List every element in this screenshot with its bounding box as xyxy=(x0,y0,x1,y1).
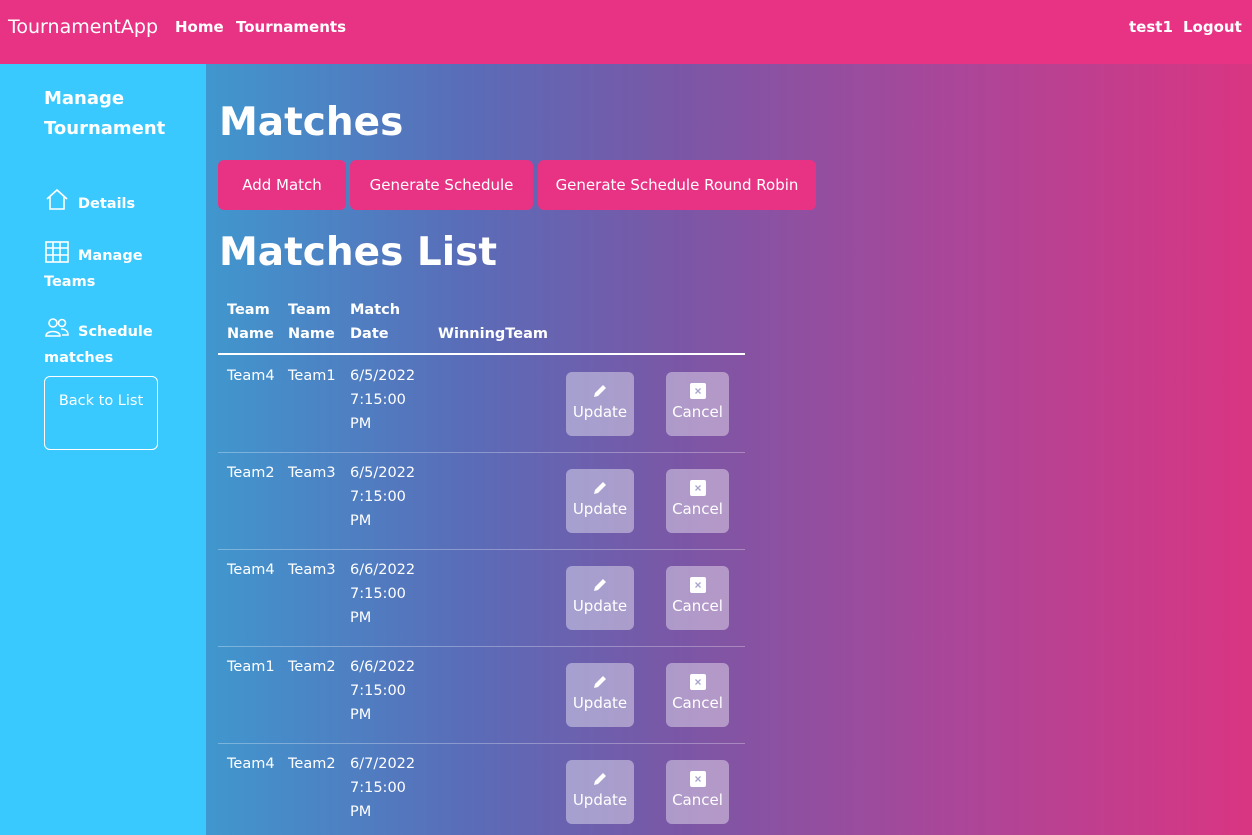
match-time-cell: 7:15:00 xyxy=(350,683,406,699)
close-icon xyxy=(689,771,706,787)
pencil-icon xyxy=(594,385,606,397)
close-icon xyxy=(689,674,706,690)
sidebar-title: Manage Tournament xyxy=(44,88,166,139)
page-title: Matches xyxy=(219,100,404,145)
sidebar-item-details[interactable]: Details xyxy=(44,188,194,217)
pencil-icon xyxy=(594,773,606,785)
update-button[interactable]: Update xyxy=(566,760,634,824)
cancel-label: Cancel xyxy=(672,694,723,712)
team2-cell: Team2 xyxy=(288,756,336,772)
cancel-button[interactable]: Cancel xyxy=(666,566,729,630)
match-ampm-cell: PM xyxy=(350,804,372,820)
match-date-cell: 6/6/2022 xyxy=(350,562,416,578)
update-label: Update xyxy=(572,694,628,712)
update-button[interactable]: Update xyxy=(566,469,634,533)
team2-cell: Team1 xyxy=(288,368,336,384)
match-time-cell: 7:15:00 xyxy=(350,489,406,505)
logout-link[interactable]: Logout xyxy=(1183,18,1242,36)
cancel-button[interactable]: Cancel xyxy=(666,760,729,824)
team1-cell: Team4 xyxy=(227,368,275,384)
close-icon xyxy=(689,577,706,593)
cancel-label: Cancel xyxy=(672,403,723,421)
cancel-label: Cancel xyxy=(672,500,723,518)
close-icon xyxy=(689,480,706,496)
match-ampm-cell: PM xyxy=(350,610,372,626)
team1-cell: Team2 xyxy=(227,465,275,481)
row-divider xyxy=(218,452,745,453)
match-date-cell: 6/5/2022 xyxy=(350,368,416,384)
table-header-divider xyxy=(218,353,745,355)
main-content: Matches Add Match Generate Schedule Gene… xyxy=(206,64,1252,835)
pencil-icon xyxy=(594,676,606,688)
match-date-cell: 6/5/2022 xyxy=(350,465,416,481)
table-icon xyxy=(45,241,69,263)
cancel-label: Cancel xyxy=(672,791,723,809)
generate-schedule-button[interactable]: Generate Schedule xyxy=(350,160,533,210)
sidebar: Manage Tournament Details Manage Teams S… xyxy=(0,64,206,835)
sidebar-item-label: Details xyxy=(78,196,136,212)
team2-cell: Team3 xyxy=(288,465,336,481)
sidebar-item-schedule-matches[interactable]: Schedule matches xyxy=(44,316,194,371)
update-button[interactable]: Update xyxy=(566,566,634,630)
row-divider xyxy=(218,646,745,647)
sidebar-item-manage-teams[interactable]: Manage Teams xyxy=(44,240,194,295)
top-navbar: TournamentApp Home Tournaments test1 Log… xyxy=(0,0,1252,64)
row-divider xyxy=(218,549,745,550)
add-match-button[interactable]: Add Match xyxy=(218,160,346,210)
cancel-button[interactable]: Cancel xyxy=(666,663,729,727)
update-button[interactable]: Update xyxy=(566,372,634,436)
nav-tournaments-link[interactable]: Tournaments xyxy=(236,18,346,36)
column-header-team-name: Team Name xyxy=(288,302,335,342)
column-header-match-date: Match Date xyxy=(350,302,401,342)
match-ampm-cell: PM xyxy=(350,416,372,432)
row-divider xyxy=(218,743,745,744)
user-name-link[interactable]: test1 xyxy=(1129,18,1173,36)
team1-cell: Team4 xyxy=(227,756,275,772)
match-time-cell: 7:15:00 xyxy=(350,392,406,408)
pencil-icon xyxy=(594,482,606,494)
cancel-button[interactable]: Cancel xyxy=(666,372,729,436)
brand-link[interactable]: TournamentApp xyxy=(8,16,158,38)
column-header-team-name: Team Name xyxy=(227,302,274,342)
pencil-icon xyxy=(594,579,606,591)
people-icon xyxy=(45,318,69,337)
close-icon xyxy=(689,383,706,399)
match-time-cell: 7:15:00 xyxy=(350,780,406,796)
match-date-cell: 6/7/2022 xyxy=(350,756,416,772)
matches-list-title: Matches List xyxy=(219,230,497,275)
cancel-label: Cancel xyxy=(672,597,723,615)
home-icon xyxy=(46,188,68,210)
update-button[interactable]: Update xyxy=(566,663,634,727)
match-ampm-cell: PM xyxy=(350,707,372,723)
team1-cell: Team4 xyxy=(227,562,275,578)
back-to-list-button[interactable]: Back to List xyxy=(44,376,158,450)
team2-cell: Team2 xyxy=(288,659,336,675)
match-date-cell: 6/6/2022 xyxy=(350,659,416,675)
team2-cell: Team3 xyxy=(288,562,336,578)
match-ampm-cell: PM xyxy=(350,513,372,529)
match-time-cell: 7:15:00 xyxy=(350,586,406,602)
nav-home-link[interactable]: Home xyxy=(175,18,224,36)
team1-cell: Team1 xyxy=(227,659,275,675)
cancel-button[interactable]: Cancel xyxy=(666,469,729,533)
update-label: Update xyxy=(572,500,628,518)
update-label: Update xyxy=(572,597,628,615)
generate-schedule-round-robin-button[interactable]: Generate Schedule Round Robin xyxy=(538,160,816,210)
update-label: Update xyxy=(572,791,628,809)
column-header-winning-team: WinningTeam xyxy=(438,326,548,342)
update-label: Update xyxy=(572,403,628,421)
